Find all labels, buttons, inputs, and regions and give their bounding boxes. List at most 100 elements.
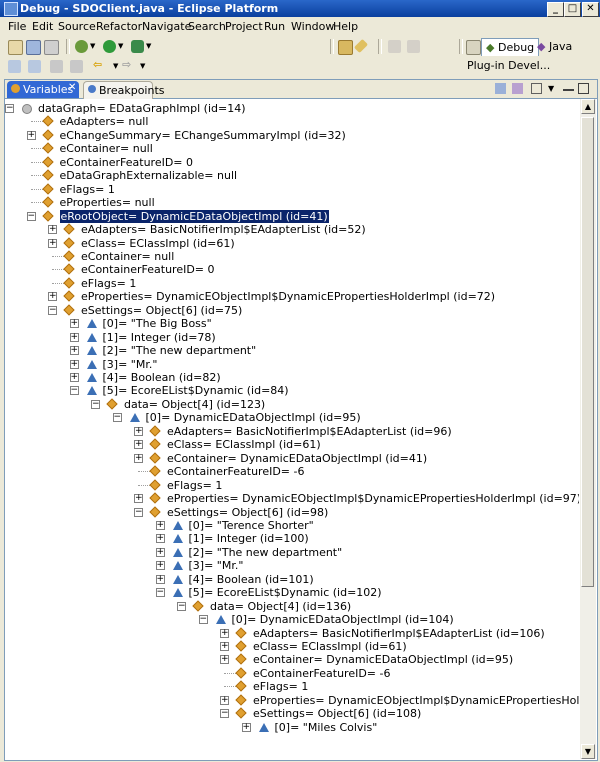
tree-row[interactable]: − eSettings= Object[6] (id=75) [48, 304, 579, 317]
collapse-icon[interactable]: − [220, 709, 229, 719]
show-type-names-icon[interactable] [495, 83, 506, 94]
expand-icon[interactable]: + [241, 722, 251, 732]
expand-icon[interactable]: + [155, 547, 165, 557]
tree-row[interactable]: − [5]= EcoreEList$Dynamic (id=84) [69, 384, 580, 397]
scrollbar-thumb[interactable] [581, 117, 594, 587]
expand-icon[interactable]: + [220, 695, 229, 705]
expand-icon[interactable]: + [220, 628, 229, 638]
prev-annotation-icon[interactable] [28, 60, 41, 73]
tree-row[interactable]: eDataGraphExternalizable= null [27, 169, 580, 182]
expand-icon[interactable]: + [134, 494, 143, 504]
tree-row[interactable]: + [2]= "The new department" [69, 344, 580, 357]
tree-row[interactable]: − [5]= EcoreEList$Dynamic (id=102) [155, 586, 580, 599]
tree-row[interactable]: + [3]= "Mr." [155, 559, 580, 572]
tree-row[interactable]: − data= Object[4] (id=123) [91, 398, 579, 411]
tree-row[interactable]: − eSettings= Object[6] (id=98) [134, 506, 579, 519]
minimize-view-icon[interactable] [563, 83, 574, 91]
perspective-debug[interactable]: ◆ Debug [481, 38, 540, 57]
tree-row[interactable]: + eChangeSummary= EChangeSummaryImpl (id=… [26, 129, 580, 142]
scroll-down-button[interactable]: ▼ [581, 744, 595, 759]
pin-icon[interactable] [70, 60, 83, 73]
collapse-all-icon[interactable] [531, 83, 542, 94]
tree-row[interactable]: − data= Object[4] (id=136) [177, 600, 579, 613]
tree-row[interactable]: + [0]= "The Big Boss" [69, 317, 580, 330]
collapse-icon[interactable]: − [91, 399, 100, 409]
tree-row[interactable]: + eAdapters= BasicNotifierImpl$EAdapterLi… [48, 223, 579, 236]
perspective-java[interactable]: ◆ Java [533, 38, 576, 55]
tree-row[interactable]: + [4]= Boolean (id=82) [69, 371, 580, 384]
debug-icon[interactable] [75, 40, 88, 53]
collapse-icon[interactable]: − [48, 305, 57, 315]
run-dropdown-icon[interactable]: ▼ [118, 42, 124, 55]
tree-row[interactable]: + eClass= EClassImpl (id=61) [220, 640, 579, 653]
tree-row[interactable]: + eProperties= DynamicEObjectImpl$Dynamic… [48, 290, 579, 303]
tree-row[interactable]: + [0]= "Terence Shorter" [155, 519, 580, 532]
forward-icon[interactable]: ⇨ [122, 58, 135, 71]
menu-edit[interactable]: Edit [32, 20, 53, 33]
expand-icon[interactable]: + [134, 426, 143, 436]
menu-project[interactable]: Project [225, 20, 263, 33]
maximize-view-icon[interactable] [578, 83, 589, 94]
tree-row[interactable]: + [0]= "Miles Colvis" [241, 721, 580, 734]
tree-row[interactable]: + eClass= EClassImpl (id=61) [48, 237, 579, 250]
tree-row[interactable]: + [2]= "The new department" [155, 546, 580, 559]
scroll-up-button[interactable]: ▲ [581, 99, 595, 114]
save-icon[interactable] [26, 40, 41, 55]
expand-icon[interactable]: + [69, 319, 79, 329]
expand-icon[interactable]: + [155, 520, 165, 530]
next-annotation-icon[interactable] [8, 60, 21, 73]
debug-dropdown-icon[interactable]: ▼ [90, 42, 96, 55]
tree-row[interactable]: − eRootObject= DynamicEDataObjectImpl (id… [26, 208, 580, 224]
vertical-scrollbar[interactable]: ▲ ▼ [580, 99, 596, 759]
open-perspective-icon[interactable] [466, 40, 481, 55]
expand-icon[interactable]: + [134, 453, 143, 463]
collapse-icon[interactable]: − [5, 104, 14, 113]
last-edit-icon[interactable] [50, 60, 63, 73]
collapse-icon[interactable]: − [26, 211, 36, 221]
expand-icon[interactable]: + [155, 561, 165, 571]
tree-row[interactable]: eContainerFeatureID= 0 [27, 156, 580, 169]
expand-icon[interactable]: + [69, 373, 79, 382]
expand-icon[interactable]: + [48, 225, 57, 235]
tree-row[interactable]: − dataGraph= EDataGraphImpl (id=14) [5, 102, 579, 115]
menu-file[interactable]: File [8, 20, 26, 33]
menu-run[interactable]: Run [264, 20, 285, 33]
collapse-icon[interactable]: − [112, 413, 122, 423]
tree-row[interactable]: + eProperties= DynamicEObjectImpl$Dynamic… [134, 492, 579, 505]
tab-breakpoints[interactable]: Breakpoints [83, 81, 165, 99]
forward-dropdown-icon[interactable]: ▼ [140, 62, 146, 75]
expand-icon[interactable]: + [69, 332, 79, 342]
collapse-icon[interactable]: − [198, 615, 208, 625]
tree-row[interactable]: + [1]= Integer (id=100) [155, 532, 580, 545]
run-icon[interactable] [103, 40, 116, 53]
collapse-icon[interactable]: − [69, 386, 79, 396]
expand-icon[interactable]: + [155, 574, 165, 584]
tree-row[interactable]: − [0]= DynamicEDataObjectImpl (id=95) [112, 411, 580, 424]
expand-icon[interactable]: + [48, 292, 57, 302]
perspective-plugin[interactable]: Plug-in Devel... [463, 57, 554, 74]
tree-row[interactable]: eContainer= null [27, 142, 580, 155]
new-icon[interactable] [8, 40, 23, 55]
tree-row[interactable]: eContainerFeatureID= -6 [220, 667, 579, 680]
expand-icon[interactable]: + [48, 238, 57, 248]
tree-row[interactable]: eProperties= null [27, 196, 580, 209]
menu-search[interactable]: Search [188, 20, 226, 33]
collapse-icon[interactable]: − [134, 507, 143, 517]
expand-icon[interactable]: + [69, 359, 79, 369]
back-icon[interactable]: ⇦ [93, 58, 106, 71]
tree-row[interactable]: eAdapters= null [27, 115, 580, 128]
annotation-next-icon[interactable] [388, 40, 401, 53]
external-tools-dropdown-icon[interactable]: ▼ [146, 42, 152, 55]
expand-icon[interactable]: + [26, 130, 36, 140]
tree-row[interactable]: − [0]= DynamicEDataObjectImpl (id=104) [198, 613, 580, 626]
expand-icon[interactable]: + [220, 655, 229, 665]
back-dropdown-icon[interactable]: ▼ [113, 62, 119, 75]
menu-refactor[interactable]: Refactor [96, 20, 142, 33]
tree-row[interactable]: eFlags= 1 [134, 479, 579, 492]
close-tab-icon[interactable]: ✕ [68, 82, 76, 93]
tree-row[interactable]: eFlags= 1 [27, 183, 580, 196]
tree-row[interactable]: eFlags= 1 [48, 277, 579, 290]
tree-row[interactable]: + eAdapters= BasicNotifierImpl$EAdapterLi… [134, 425, 579, 438]
show-logical-structure-icon[interactable] [512, 83, 523, 94]
tree-row[interactable]: − eSettings= Object[6] (id=108) [220, 707, 579, 720]
